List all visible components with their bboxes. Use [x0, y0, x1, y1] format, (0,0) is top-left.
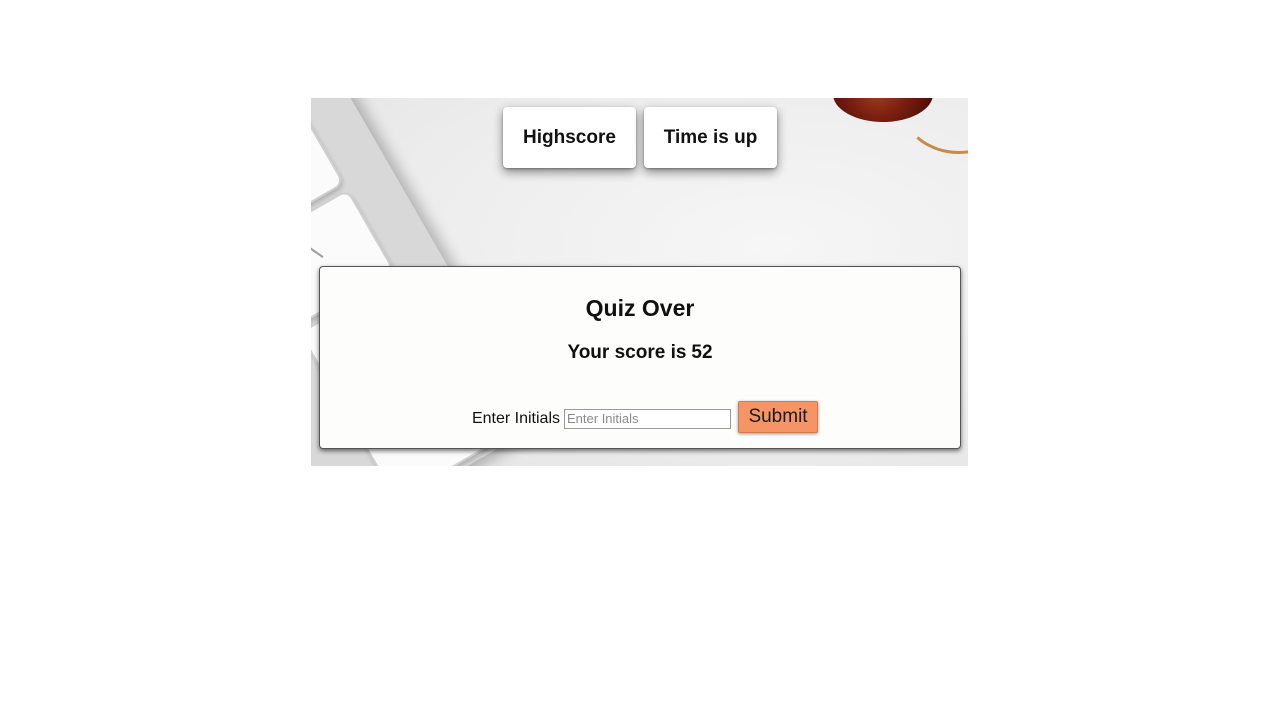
highscore-button[interactable]: Highscore [503, 107, 636, 168]
score-text: Your score is 52 [320, 342, 960, 364]
initials-label: Enter Initials [471, 409, 561, 427]
initials-form: Enter Initials Submit [320, 401, 960, 433]
submit-button[interactable]: Submit [738, 401, 819, 433]
score-prefix: Your score is [567, 342, 687, 363]
timer-display: Time is up [644, 107, 777, 168]
quiz-result-card: Quiz Over Your score is 52 Enter Initials… [319, 266, 961, 449]
initials-input[interactable] [564, 408, 732, 429]
quiz-stage: ete Highscore Time is up Quiz Over Your … [311, 98, 968, 466]
quiz-over-title: Quiz Over [585, 295, 695, 321]
score-value: 52 [691, 342, 713, 363]
